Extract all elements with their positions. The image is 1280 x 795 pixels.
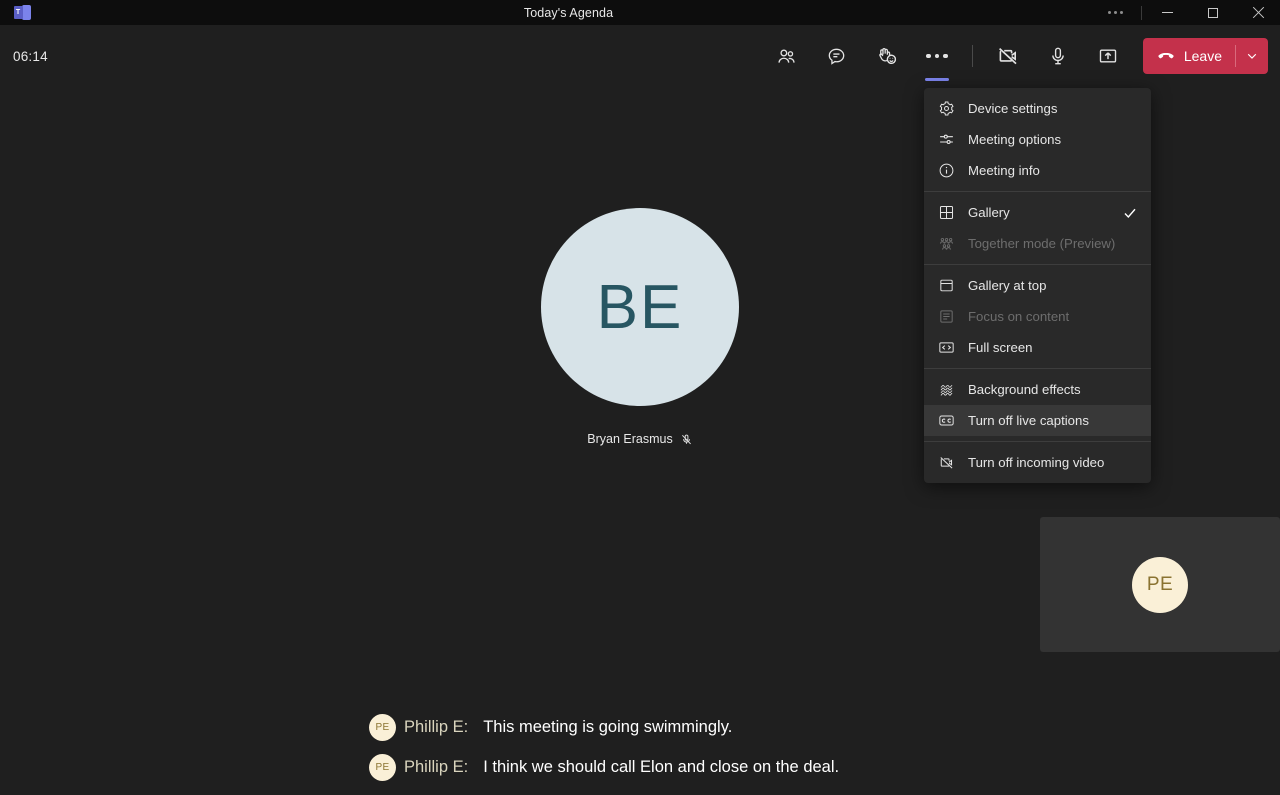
menu-item-gallery[interactable]: Gallery <box>924 197 1151 228</box>
menu-item-label: Gallery <box>968 205 1010 220</box>
app-logo: T <box>0 5 44 21</box>
incoming-video-off-icon <box>938 454 960 471</box>
grid-icon <box>938 204 960 221</box>
title-bar: T Today's Agenda <box>0 0 1280 25</box>
live-captions: PE Phillip E: This meeting is going swim… <box>0 707 1280 787</box>
checkmark-icon <box>1122 205 1138 221</box>
caption-speaker: Phillip E: <box>404 718 468 737</box>
maximize-icon[interactable] <box>1190 0 1235 25</box>
share-icon[interactable] <box>1087 35 1129 77</box>
leave-button-main[interactable]: Leave <box>1143 38 1235 74</box>
menu-item-full-screen[interactable]: Full screen <box>924 332 1151 363</box>
menu-item-device-settings[interactable]: Device settings <box>924 93 1151 124</box>
caption-row: PE Phillip E: I think we should call Elo… <box>0 747 1280 787</box>
caption-text: This meeting is going swimmingly. <box>483 718 732 737</box>
full-screen-icon <box>938 339 960 356</box>
window-more-icon[interactable] <box>1093 0 1138 25</box>
chat-icon[interactable] <box>816 35 858 77</box>
toolbar-actions: Leave <box>762 25 1280 87</box>
menu-item-meeting-info[interactable]: Meeting info <box>924 155 1151 186</box>
menu-item-gallery-at-top[interactable]: Gallery at top <box>924 270 1151 301</box>
info-circle-icon <box>938 162 960 179</box>
focus-content-icon <box>938 308 960 325</box>
menu-item-turn-off-incoming-video[interactable]: Turn off incoming video <box>924 447 1151 478</box>
caption-text: I think we should call Elon and close on… <box>483 758 839 777</box>
gear-icon <box>938 100 960 117</box>
gallery-at-top-icon <box>938 277 960 294</box>
people-icon[interactable] <box>766 35 808 77</box>
background-effects-icon <box>938 381 960 398</box>
mic-muted-icon <box>680 433 693 446</box>
closed-captions-icon <box>938 412 960 429</box>
meeting-toolbar: 06:14 <box>0 25 1280 87</box>
menu-divider <box>924 441 1151 442</box>
caption-avatar: PE <box>369 754 396 781</box>
menu-item-turn-off-live-captions[interactable]: Turn off live captions <box>924 405 1151 436</box>
more-actions-menu: Device settings Meeting options Meet <box>924 88 1151 483</box>
reactions-icon[interactable] <box>866 35 908 77</box>
teams-logo-icon: T <box>14 5 31 21</box>
menu-item-label: Together mode (Preview) <box>968 236 1115 251</box>
caption-speaker: Phillip E: <box>404 758 468 777</box>
avatar: BE <box>541 208 739 406</box>
menu-item-label: Turn off incoming video <box>968 455 1104 470</box>
menu-item-label: Meeting info <box>968 163 1040 178</box>
menu-divider <box>924 368 1151 369</box>
participant-name: Bryan Erasmus <box>587 432 672 446</box>
leave-button-label: Leave <box>1184 48 1222 64</box>
window-controls <box>1093 0 1280 25</box>
menu-item-background-effects[interactable]: Background effects <box>924 374 1151 405</box>
menu-item-meeting-options[interactable]: Meeting options <box>924 124 1151 155</box>
microphone-icon[interactable] <box>1037 35 1079 77</box>
menu-item-label: Focus on content <box>968 309 1069 324</box>
participant-name-row: Bryan Erasmus <box>587 432 692 446</box>
caption-row: PE Phillip E: This meeting is going swim… <box>0 707 1280 747</box>
menu-item-label: Device settings <box>968 101 1057 116</box>
menu-item-focus-on-content: Focus on content <box>924 301 1151 332</box>
menu-divider <box>924 191 1151 192</box>
leave-dropdown-chevron-down-icon[interactable] <box>1236 38 1268 74</box>
minimize-icon[interactable] <box>1145 0 1190 25</box>
titlebar-divider <box>1141 6 1142 20</box>
menu-item-label: Meeting options <box>968 132 1061 147</box>
menu-item-label: Gallery at top <box>968 278 1046 293</box>
menu-item-together-mode: Together mode (Preview) <box>924 228 1151 259</box>
camera-off-icon[interactable] <box>987 35 1029 77</box>
meeting-timer: 06:14 <box>13 49 48 64</box>
caption-avatar: PE <box>369 714 396 741</box>
self-view-tile[interactable]: PE <box>1040 517 1280 652</box>
hang-up-icon <box>1156 46 1176 66</box>
sliders-icon <box>938 131 960 148</box>
menu-item-label: Turn off live captions <box>968 413 1089 428</box>
self-view-avatar: PE <box>1132 557 1188 613</box>
menu-divider <box>924 264 1151 265</box>
more-actions-icon[interactable] <box>916 35 958 77</box>
window-title: Today's Agenda <box>44 6 1093 20</box>
together-mode-icon <box>938 235 960 252</box>
menu-item-label: Background effects <box>968 382 1081 397</box>
toolbar-divider <box>972 45 973 67</box>
leave-button[interactable]: Leave <box>1143 38 1268 74</box>
menu-item-label: Full screen <box>968 340 1033 355</box>
close-icon[interactable] <box>1235 0 1280 25</box>
active-tab-indicator <box>925 78 949 81</box>
teams-meeting-window: T Today's Agenda 06:14 <box>0 0 1280 795</box>
